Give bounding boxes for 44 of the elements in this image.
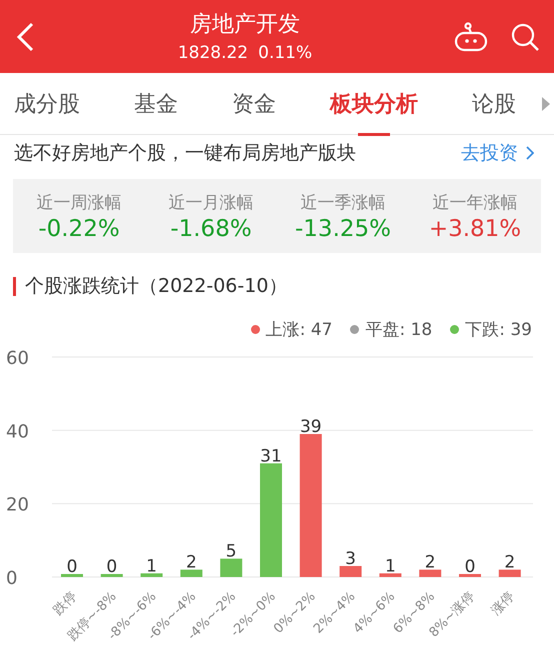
tab[interactable]: 论股: [472, 72, 516, 134]
stat-label: 近一季涨幅: [300, 192, 386, 214]
stat-label: 近一年涨幅: [432, 192, 518, 214]
data-label: 2: [504, 552, 516, 573]
more-tabs-icon[interactable]: [542, 96, 550, 110]
data-label: 2: [186, 552, 197, 573]
index-change: 0.11%: [258, 42, 312, 62]
stat-value: -1.68%: [170, 216, 252, 242]
data-label: 0: [464, 557, 476, 577]
data-label: 1: [146, 556, 158, 576]
search-icon[interactable]: [510, 22, 540, 52]
legend-label: 下跌: 39: [465, 318, 532, 340]
y-axis-label: 20: [6, 494, 29, 516]
y-axis-label: 0: [6, 568, 18, 589]
y-axis-label: 60: [6, 348, 29, 369]
page-title: 房地产开发: [190, 10, 300, 38]
stat-label: 近一月涨幅: [168, 192, 254, 214]
data-label: 5: [226, 542, 237, 562]
stat-value: +3.81%: [428, 216, 522, 242]
legend-label: 上涨: 47: [266, 318, 332, 340]
data-label: 39: [300, 417, 322, 437]
tab[interactable]: 基金: [134, 72, 178, 134]
stat-label: 近一周涨幅: [36, 192, 122, 214]
index-price: 1828.22: [178, 42, 248, 62]
tab[interactable]: 资金: [232, 72, 276, 134]
tab[interactable]: 板块分析: [330, 72, 418, 134]
stat-value: -0.22%: [38, 216, 120, 242]
back-icon[interactable]: [14, 20, 36, 52]
chevron-icon: [526, 146, 534, 160]
section-title: 个股涨跌统计（2022-06-10）: [25, 274, 288, 299]
robot-icon[interactable]: [454, 22, 488, 52]
stat-value: -13.25%: [295, 216, 391, 242]
y-axis-label: 40: [6, 421, 29, 442]
legend-label: 平盘: 18: [365, 318, 432, 340]
tab[interactable]: 成分股: [14, 72, 80, 134]
promo-text: 选不好房地产个股，一键布局房地产版块: [14, 141, 357, 166]
x-axis-label: 跌停: [50, 589, 80, 618]
data-label: 0: [106, 557, 118, 577]
data-label: 0: [66, 557, 78, 577]
data-label: 31: [260, 446, 282, 466]
data-label: 3: [345, 549, 356, 569]
x-axis-label: 涨停: [488, 589, 518, 618]
data-label: 2: [424, 552, 436, 573]
data-label: 1: [384, 556, 396, 576]
